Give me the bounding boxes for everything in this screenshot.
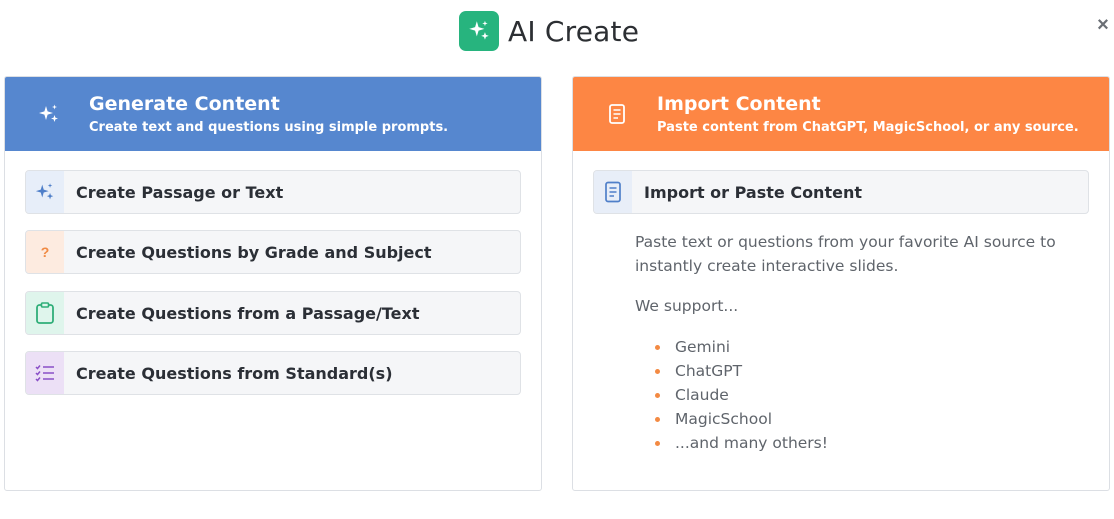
document-icon [594, 171, 632, 213]
list-item: Gemini [655, 335, 828, 359]
list-item: ...and many others! [655, 431, 828, 455]
create-passage-label: Create Passage or Text [76, 182, 284, 202]
create-questions-standards-button[interactable]: Create Questions from Standard(s) [25, 351, 521, 395]
create-passage-button[interactable]: Create Passage or Text [25, 170, 521, 214]
create-questions-grade-label: Create Questions by Grade and Subject [76, 242, 432, 262]
question-mark-icon: ? [26, 231, 64, 273]
checklist-icon [26, 352, 64, 394]
create-questions-passage-label: Create Questions from a Passage/Text [76, 303, 420, 323]
list-item: Claude [655, 383, 828, 407]
close-button[interactable]: × [1094, 15, 1112, 35]
import-content-subtitle: Paste content from ChatGPT, MagicSchool,… [657, 120, 1079, 135]
sparkle-icon [39, 104, 58, 122]
create-questions-grade-button[interactable]: ? Create Questions by Grade and Subject [25, 230, 521, 274]
list-item: MagicSchool [655, 407, 828, 431]
modal-header: AI Create × [0, 0, 1114, 62]
modal-title: AI Create [508, 14, 640, 48]
generate-content-subtitle: Create text and questions using simple p… [89, 120, 449, 135]
list-item: ChatGPT [655, 359, 828, 383]
import-content-title: Import Content [657, 93, 821, 115]
import-paste-button[interactable]: Import or Paste Content [593, 170, 1089, 214]
sparkle-icon [26, 171, 64, 213]
generate-content-panel: Generate Content Create text and questio… [4, 76, 542, 491]
generate-content-header: Generate Content Create text and questio… [5, 77, 541, 151]
document-icon [609, 104, 625, 124]
import-content-header: Import Content Paste content from ChatGP… [573, 77, 1109, 151]
import-paste-label: Import or Paste Content [644, 182, 862, 202]
create-questions-standards-label: Create Questions from Standard(s) [76, 363, 393, 383]
modal-title-group: AI Create [459, 11, 639, 51]
generate-content-title: Generate Content [89, 93, 280, 115]
create-questions-passage-button[interactable]: Create Questions from a Passage/Text [25, 291, 521, 335]
support-heading: We support... [635, 297, 739, 315]
sparkle-icon [459, 11, 499, 51]
import-content-panel: Import Content Paste content from ChatGP… [572, 76, 1110, 491]
clipboard-icon [26, 292, 64, 334]
supported-sources-list: Gemini ChatGPT Claude MagicSchool ...and… [655, 335, 828, 455]
import-description: Paste text or questions from your favori… [635, 233, 1056, 275]
